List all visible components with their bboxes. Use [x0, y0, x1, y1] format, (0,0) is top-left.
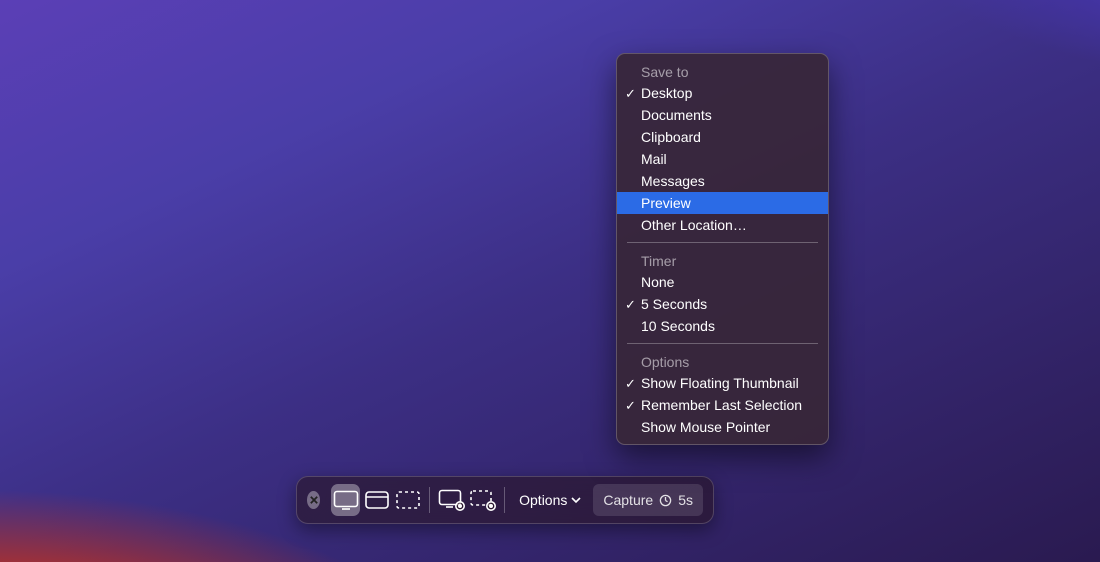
toolbar-separator — [504, 487, 505, 513]
options-menu-item[interactable]: ✓ Show Floating Thumbnail — [617, 372, 828, 394]
menu-item-label: 10 Seconds — [641, 318, 715, 334]
timer-value: 5s — [678, 492, 693, 508]
menu-item-label: Messages — [641, 173, 705, 189]
window-icon — [364, 490, 390, 510]
selection-icon — [395, 490, 421, 510]
options-section-header: Timer — [617, 249, 828, 271]
options-menu: Save to ✓ Desktop Documents Clipboard Mail Mes… — [616, 53, 829, 445]
options-menu-item[interactable]: Other Location… — [617, 214, 828, 236]
menu-item-label: Remember Last Selection — [641, 397, 802, 413]
menu-separator — [627, 242, 818, 243]
options-menu-item[interactable]: Documents — [617, 104, 828, 126]
menu-item-label: 5 Seconds — [641, 296, 707, 312]
menu-item-label: Mail — [641, 151, 667, 167]
capture-selected-portion-button[interactable] — [393, 484, 422, 516]
menu-item-label: Desktop — [641, 85, 692, 101]
menu-item-label: Other Location… — [641, 217, 747, 233]
options-menu-item[interactable]: Preview — [617, 192, 828, 214]
menu-item-label: Documents — [641, 107, 712, 123]
screen-record-icon — [438, 489, 466, 511]
checkmark-icon: ✓ — [625, 377, 636, 390]
selection-record-icon — [469, 489, 497, 511]
options-button[interactable]: Options — [511, 484, 589, 516]
checkmark-icon: ✓ — [625, 399, 636, 412]
options-menu-item[interactable]: None — [617, 271, 828, 293]
checkmark-icon: ✓ — [625, 298, 636, 311]
options-menu-item[interactable]: ✓ Remember Last Selection — [617, 394, 828, 416]
menu-item-label: Show Mouse Pointer — [641, 419, 770, 435]
options-label: Options — [519, 492, 567, 508]
menu-item-label: Clipboard — [641, 129, 701, 145]
options-menu-item[interactable]: 10 Seconds — [617, 315, 828, 337]
checkmark-icon: ✓ — [625, 87, 636, 100]
options-section-header: Save to — [617, 60, 828, 82]
menu-separator — [627, 343, 818, 344]
capture-selected-window-button[interactable] — [362, 484, 391, 516]
screen-icon — [333, 490, 359, 510]
menu-item-label: None — [641, 274, 674, 290]
options-menu-item[interactable]: Clipboard — [617, 126, 828, 148]
chevron-down-icon — [571, 495, 581, 505]
capture-entire-screen-button[interactable] — [331, 484, 360, 516]
toolbar-separator — [429, 487, 430, 513]
options-menu-item[interactable]: ✓ 5 Seconds — [617, 293, 828, 315]
capture-button[interactable]: Capture 5s — [593, 484, 703, 516]
capture-label: Capture — [603, 492, 653, 508]
menu-item-label: Preview — [641, 195, 691, 211]
menu-item-label: Show Floating Thumbnail — [641, 375, 799, 391]
options-section-header: Options — [617, 350, 828, 372]
options-menu-item[interactable]: Messages — [617, 170, 828, 192]
record-entire-screen-button[interactable] — [437, 484, 466, 516]
close-button[interactable] — [307, 491, 320, 509]
options-menu-item[interactable]: Show Mouse Pointer — [617, 416, 828, 438]
options-menu-item[interactable]: Mail — [617, 148, 828, 170]
timer-icon — [659, 494, 672, 507]
record-selected-portion-button[interactable] — [468, 484, 497, 516]
close-icon — [310, 496, 318, 504]
options-menu-item[interactable]: ✓ Desktop — [617, 82, 828, 104]
screenshot-toolbar: Options Capture 5s — [296, 476, 714, 524]
